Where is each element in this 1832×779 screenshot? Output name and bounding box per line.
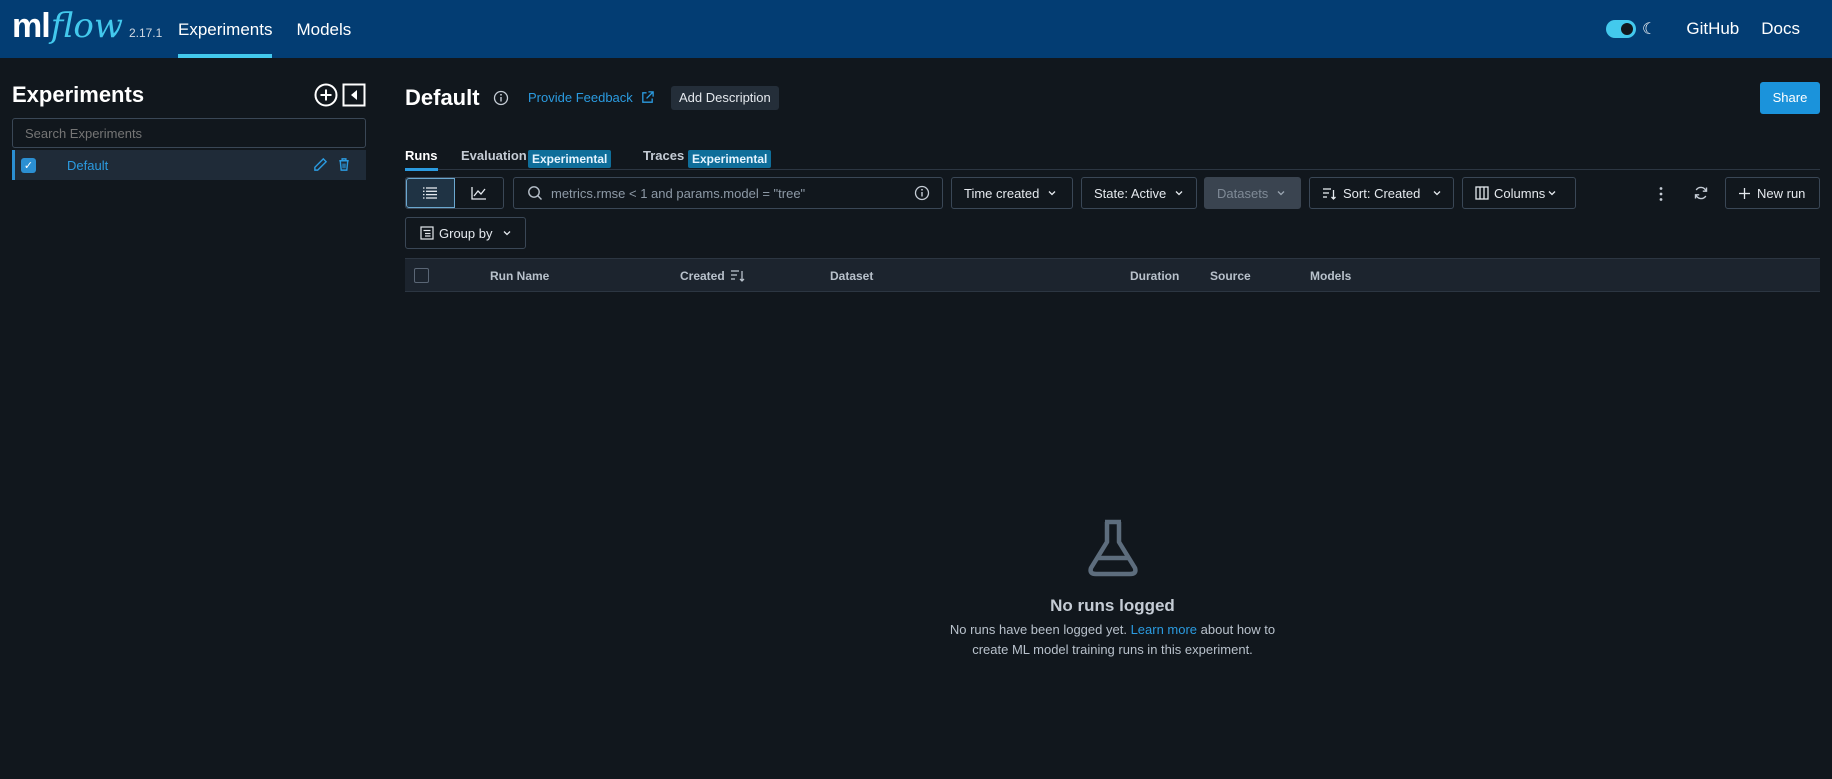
edit-icon[interactable] — [313, 157, 328, 172]
logo-ml: ml — [12, 7, 51, 45]
experiment-checkbox[interactable]: ✓ — [21, 157, 36, 173]
columns-dropdown[interactable]: Columns — [1462, 177, 1576, 209]
empty-state: No runs logged No runs have been logged … — [405, 518, 1820, 660]
tab-bar: Runs Evaluation Experimental Traces Expe… — [405, 142, 1820, 171]
collapse-sidebar-icon[interactable] — [342, 83, 366, 107]
info-icon[interactable] — [914, 185, 930, 201]
column-dataset[interactable]: Dataset — [830, 269, 873, 283]
trash-icon[interactable] — [337, 157, 351, 172]
dark-mode-toggle[interactable] — [1606, 20, 1636, 38]
chevron-down-icon — [1548, 191, 1556, 196]
chevron-down-icon — [1175, 191, 1183, 196]
mlflow-logo[interactable]: ml flow 2.17.1 — [12, 6, 162, 46]
top-nav: Experiments Models — [178, 0, 375, 58]
sort-descending-icon[interactable] — [730, 268, 746, 283]
column-created[interactable]: Created — [680, 269, 725, 283]
group-by-icon — [420, 226, 434, 240]
new-run-label: New run — [1757, 185, 1806, 201]
sort-dropdown[interactable]: Sort: Created — [1309, 177, 1454, 209]
empty-desc-after: about how to — [1200, 622, 1276, 637]
share-button[interactable]: Share — [1760, 82, 1820, 114]
moon-icon: ☾ — [1642, 21, 1657, 38]
experimental-badge: Experimental — [528, 150, 612, 168]
tab-runs-label: Runs — [405, 148, 438, 163]
chart-line-icon — [471, 187, 486, 200]
top-bar: ml flow 2.17.1 Experiments Models ☾ GitH… — [0, 0, 1832, 58]
select-all-checkbox[interactable] — [414, 268, 429, 283]
page-title: Default — [405, 85, 480, 110]
time-created-dropdown[interactable]: Time created — [951, 177, 1073, 209]
chevron-down-icon — [504, 231, 511, 236]
sort-label: Sort: Created — [1343, 185, 1421, 201]
search-icon — [528, 186, 542, 200]
add-experiment-icon[interactable] — [314, 83, 338, 107]
chevron-down-icon — [1277, 191, 1285, 196]
version-label: 2.17.1 — [128, 26, 163, 40]
refresh-icon[interactable] — [1693, 185, 1709, 201]
nav-models[interactable]: Models — [296, 0, 351, 58]
more-options-icon[interactable] — [1658, 186, 1664, 202]
empty-desc-line2: create ML model training runs in this ex… — [972, 642, 1253, 657]
learn-more-link[interactable]: Learn more — [1131, 622, 1197, 637]
sidebar-item-default[interactable]: ✓ Default — [12, 150, 366, 180]
chevron-down-icon — [1048, 191, 1056, 196]
group-by-label: Group by — [439, 225, 493, 241]
datasets-label: Datasets — [1217, 185, 1269, 201]
group-by-dropdown[interactable]: Group by — [405, 217, 526, 249]
tab-evaluation[interactable]: Evaluation Experimental — [461, 148, 612, 170]
datasets-dropdown[interactable]: Datasets — [1204, 177, 1301, 209]
provide-feedback-link[interactable]: Provide Feedback — [528, 90, 633, 105]
runs-search-placeholder: metrics.rmse < 1 and params.model = "tre… — [551, 185, 806, 201]
info-icon[interactable] — [493, 90, 509, 106]
flask-icon — [1087, 519, 1138, 577]
external-link-icon[interactable] — [640, 90, 655, 105]
tab-traces-label: Traces — [643, 148, 685, 163]
tab-runs[interactable]: Runs — [405, 148, 438, 171]
state-filter-dropdown[interactable]: State: Active — [1081, 177, 1197, 209]
column-source[interactable]: Source — [1210, 269, 1251, 283]
runs-search-input[interactable]: metrics.rmse < 1 and params.model = "tre… — [513, 177, 943, 209]
plus-icon — [1739, 187, 1750, 199]
runs-table-header: Run Name Created Dataset Duration Source… — [405, 258, 1820, 292]
column-run-name[interactable]: Run Name — [490, 269, 549, 283]
docs-link[interactable]: Docs — [1761, 19, 1800, 39]
time-created-label: Time created — [964, 185, 1040, 201]
new-run-button[interactable]: New run — [1725, 177, 1820, 209]
chart-view-button[interactable] — [455, 178, 503, 208]
view-mode-toggle — [405, 177, 504, 209]
chevron-down-icon — [1433, 191, 1441, 196]
search-experiments-input[interactable] — [12, 118, 366, 148]
nav-experiments[interactable]: Experiments — [178, 0, 273, 58]
sort-icon — [1323, 187, 1336, 200]
state-filter-label: State: Active — [1094, 185, 1167, 201]
logo-flow: flow — [50, 6, 123, 46]
columns-icon — [1475, 186, 1489, 200]
experiment-label[interactable]: Default — [67, 158, 108, 173]
sidebar-title: Experiments — [12, 82, 145, 107]
column-models[interactable]: Models — [1310, 269, 1351, 283]
add-description-button[interactable]: Add Description — [671, 86, 779, 110]
column-duration[interactable]: Duration — [1130, 269, 1179, 283]
columns-label: Columns — [1494, 185, 1546, 201]
empty-desc-before: No runs have been logged yet. — [949, 622, 1127, 637]
tab-traces[interactable]: Traces Experimental — [643, 148, 773, 170]
experimental-badge: Experimental — [688, 150, 772, 168]
empty-state-title: No runs logged — [1050, 596, 1175, 615]
list-icon — [423, 187, 438, 199]
top-right-controls: ☾ GitHub Docs — [1606, 0, 1812, 58]
github-link[interactable]: GitHub — [1686, 19, 1739, 39]
tab-evaluation-label: Evaluation — [461, 148, 527, 163]
table-view-button[interactable] — [406, 178, 455, 208]
empty-state-description: No runs have been logged yet. Learn more… — [405, 620, 1820, 660]
